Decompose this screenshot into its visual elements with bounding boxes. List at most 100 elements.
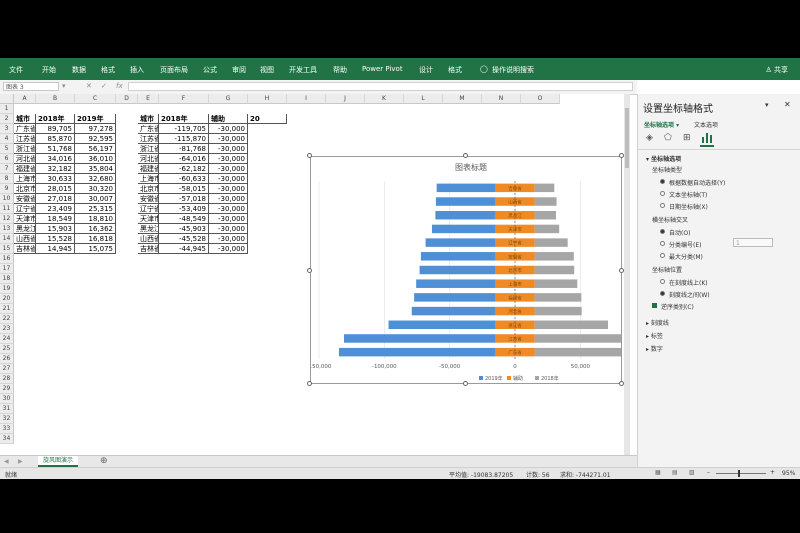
pane-options-icon[interactable]: ▾ — [765, 101, 769, 109]
select-all-corner[interactable] — [0, 94, 14, 104]
zoom-slider[interactable] — [716, 470, 766, 477]
cell[interactable]: 15,528 — [36, 234, 75, 244]
cell[interactable]: -45,903 — [159, 224, 209, 234]
cell[interactable]: 吉林省 — [14, 244, 36, 254]
column-header-C[interactable]: C — [75, 94, 116, 104]
column-header-F[interactable]: F — [159, 94, 209, 104]
cell[interactable]: 上海市 — [138, 174, 159, 184]
cell[interactable]: 浙江省 — [138, 144, 159, 154]
cell[interactable]: 2018年 — [159, 114, 209, 124]
column-header-H[interactable]: H — [248, 94, 287, 104]
chart-resize-handle[interactable] — [463, 153, 468, 158]
axis-options-icon[interactable] — [700, 131, 714, 147]
row-header-29[interactable]: 29 — [0, 384, 14, 394]
row-header-13[interactable]: 13 — [0, 224, 14, 234]
insert-function-icon[interactable]: fx — [116, 82, 123, 90]
reverse-categories-checkbox[interactable] — [652, 303, 657, 308]
cell[interactable]: 广东省 — [14, 124, 36, 134]
cell[interactable]: 2018年 — [36, 114, 75, 124]
column-header-G[interactable]: G — [209, 94, 248, 104]
row-header-20[interactable]: 20 — [0, 294, 14, 304]
row-header-34[interactable]: 34 — [0, 434, 14, 444]
cell[interactable]: 浙江省 — [14, 144, 36, 154]
chart-object[interactable]: 图表标题 吉林省 山西省 黑龙江 天津市 辽宁省 安徽省 北京市 上海市 福建省 河北省 浙江省 江苏… — [310, 156, 622, 384]
cell[interactable]: 山西省 — [14, 234, 36, 244]
cell[interactable]: -30,000 — [209, 214, 248, 224]
tab-help[interactable]: 帮助 — [333, 65, 347, 75]
tab-power-pivot[interactable]: Power Pivot — [362, 65, 403, 73]
tab-insert[interactable]: 插入 — [130, 65, 144, 75]
tab-data[interactable]: 数据 — [72, 65, 86, 75]
fill-line-icon[interactable]: ◈ — [646, 133, 653, 143]
cell[interactable]: 16,818 — [75, 234, 116, 244]
row-header-3[interactable]: 3 — [0, 124, 14, 134]
cell[interactable]: 15,903 — [36, 224, 75, 234]
cell[interactable]: 32,182 — [36, 164, 75, 174]
row-header-27[interactable]: 27 — [0, 364, 14, 374]
column-header-L[interactable]: L — [404, 94, 443, 104]
cell[interactable]: 97,278 — [75, 124, 116, 134]
cross-category-radio[interactable] — [660, 241, 665, 246]
position-on-tick-radio[interactable] — [660, 279, 665, 284]
axis-type-text-radio[interactable] — [660, 191, 665, 196]
cell[interactable]: -62,182 — [159, 164, 209, 174]
normal-view-icon[interactable]: ▦ — [655, 469, 661, 476]
cell[interactable]: -30,000 — [209, 184, 248, 194]
cell[interactable]: -30,000 — [209, 154, 248, 164]
tab-page-layout[interactable]: 页面布局 — [160, 65, 188, 75]
cell[interactable]: 36,010 — [75, 154, 116, 164]
column-header-M[interactable]: M — [443, 94, 482, 104]
row-header-31[interactable]: 31 — [0, 404, 14, 414]
row-header-12[interactable]: 12 — [0, 214, 14, 224]
chart-resize-handle[interactable] — [307, 268, 312, 273]
labels-section[interactable]: ▸ 标签 — [646, 331, 663, 340]
column-header-E[interactable]: E — [138, 94, 159, 104]
cell[interactable]: -58,015 — [159, 184, 209, 194]
enter-icon[interactable]: ✓ — [101, 82, 107, 90]
cell[interactable]: 34,016 — [36, 154, 75, 164]
row-header-11[interactable]: 11 — [0, 204, 14, 214]
chart-resize-handle[interactable] — [307, 153, 312, 158]
cell[interactable]: -30,000 — [209, 124, 248, 134]
tab-home[interactable]: 开始 — [42, 65, 56, 75]
tab-review[interactable]: 审阅 — [232, 65, 246, 75]
tick-marks-section[interactable]: ▸ 刻度线 — [646, 318, 669, 327]
cell[interactable]: 92,595 — [75, 134, 116, 144]
cell[interactable]: 89,705 — [36, 124, 75, 134]
row-header-5[interactable]: 5 — [0, 144, 14, 154]
cell[interactable]: -30,000 — [209, 224, 248, 234]
row-header-28[interactable]: 28 — [0, 374, 14, 384]
zoom-in-icon[interactable]: + — [770, 469, 775, 476]
row-header-18[interactable]: 18 — [0, 274, 14, 284]
row-header-32[interactable]: 32 — [0, 414, 14, 424]
effects-icon[interactable]: ⬠ — [664, 133, 672, 143]
cell[interactable]: 35,804 — [75, 164, 116, 174]
cell[interactable]: -119,705 — [159, 124, 209, 134]
cell[interactable]: 2019年 — [75, 114, 116, 124]
cell[interactable]: 城市 — [138, 114, 159, 124]
cancel-icon[interactable]: ✕ — [86, 82, 92, 90]
name-box[interactable]: 图表 3 — [3, 82, 59, 91]
position-between-radio[interactable] — [660, 291, 665, 296]
column-header-A[interactable]: A — [14, 94, 36, 104]
category-number-input[interactable]: 1 — [733, 238, 773, 247]
cell[interactable]: 河北省 — [138, 154, 159, 164]
cell[interactable]: 辅助 — [209, 114, 248, 124]
page-break-view-icon[interactable]: ▧ — [689, 469, 695, 476]
cell[interactable]: -57,018 — [159, 194, 209, 204]
cell[interactable]: 30,007 — [75, 194, 116, 204]
add-sheet-icon[interactable]: ⊕ — [100, 456, 108, 466]
prev-sheet-icon[interactable]: ◀ — [4, 458, 9, 465]
cell[interactable]: 广东省 — [138, 124, 159, 134]
cell[interactable]: -30,000 — [209, 194, 248, 204]
chart-resize-handle[interactable] — [463, 381, 468, 386]
worksheet-grid[interactable]: ABCDEFGHIJKLMNO 1 2 3 4 5 6 7 8 9 10 11 12 13 14 15 16 1… — [0, 94, 630, 471]
cell[interactable]: -30,000 — [209, 174, 248, 184]
cell[interactable]: 黑龙江 — [14, 224, 36, 234]
cell[interactable]: 山西省 — [138, 234, 159, 244]
cell[interactable]: -48,549 — [159, 214, 209, 224]
share-button[interactable]: ♙ 共享 — [765, 65, 788, 75]
cross-auto-radio[interactable] — [660, 229, 665, 234]
cell[interactable]: 黑龙江 — [138, 224, 159, 234]
cell[interactable]: 安徽省 — [138, 194, 159, 204]
